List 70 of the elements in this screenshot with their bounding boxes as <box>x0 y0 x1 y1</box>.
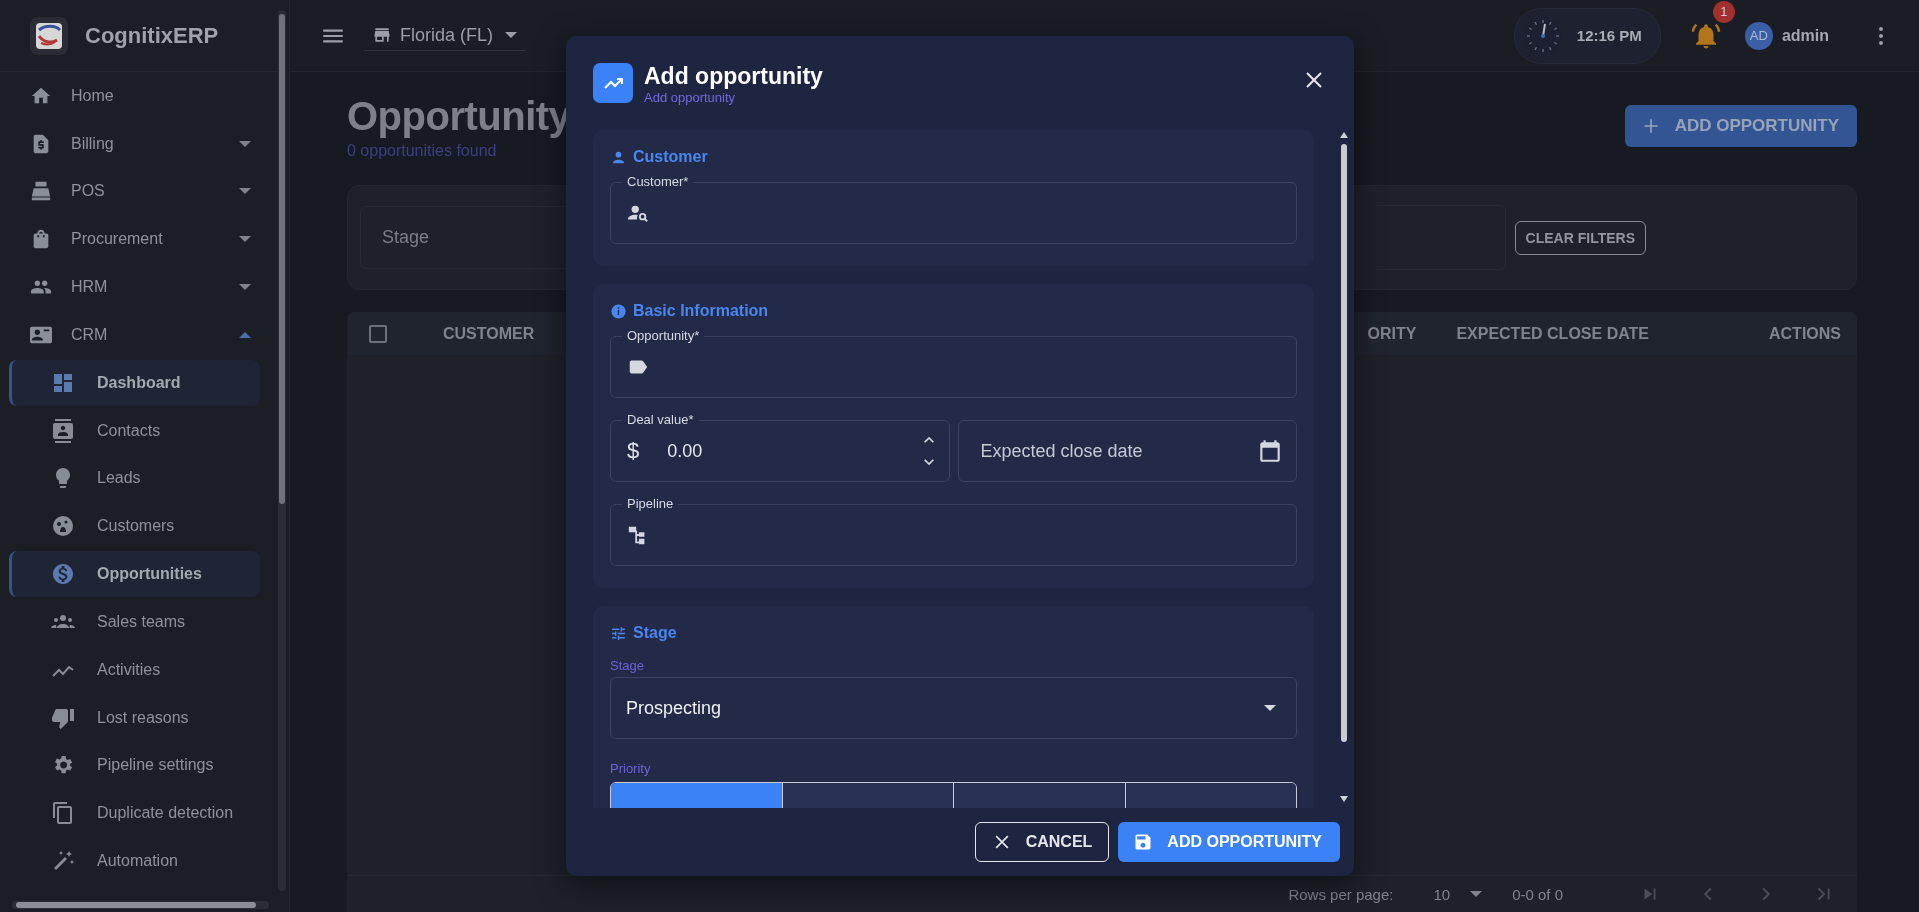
sidebar-item[interactable]: Customers <box>9 502 260 551</box>
sidebar-item[interactable]: HRM <box>0 263 278 311</box>
sliders-icon <box>610 624 627 642</box>
user-name[interactable]: admin <box>1781 26 1829 45</box>
sidebar-item[interactable]: Activities <box>9 645 260 694</box>
notification-count: 1 <box>1712 0 1735 23</box>
add-opportunity-button[interactable]: ADD OPPORTUNITY <box>1118 822 1340 862</box>
dialog-title: Add opportunity <box>644 61 823 90</box>
sidebar-item[interactable]: Leads <box>9 454 260 503</box>
cash-register-icon <box>30 180 52 203</box>
field-label: Pipeline <box>622 496 679 512</box>
rows-per-page-select[interactable]: 10 <box>1433 885 1483 903</box>
sidebar-item[interactable]: Dashboard <box>9 359 260 406</box>
page-range: 0-0 of 0 <box>1512 885 1563 903</box>
field-label: Priority <box>610 761 652 776</box>
input-field[interactable]: Deal value* $ 0.00 <box>610 410 950 482</box>
column-header: CUSTOMER <box>443 324 535 343</box>
app-name: CognitixERP <box>85 22 219 49</box>
cancel-button[interactable]: CANCEL <box>974 822 1110 862</box>
sidebar-item[interactable]: Billing <box>0 119 278 168</box>
dialog-subtitle: Add opportunity <box>644 89 737 105</box>
sidebar-item[interactable]: CRM <box>0 311 278 359</box>
section-title: Stage <box>633 624 677 642</box>
rows-per-page-label: Rows per page: <box>1288 885 1394 903</box>
clock-widget: 12:16 PM <box>1513 7 1661 64</box>
stage-select[interactable]: Prospecting <box>610 677 1297 739</box>
avatar[interactable]: AD <box>1744 21 1773 50</box>
save-icon <box>1133 832 1154 852</box>
section-title: Basic Information <box>633 302 769 320</box>
input-field[interactable]: Pipeline <box>610 494 1297 566</box>
caret-down-icon <box>1264 705 1276 711</box>
page-title: Opportunity <box>347 93 571 140</box>
sidebar-item[interactable]: Pipeline settings <box>9 741 260 790</box>
column-header: EXPECTED CLOSE DATE <box>1456 324 1649 343</box>
trend-up-icon <box>593 63 633 103</box>
add-button[interactable]: ADD OPPORTUNITY <box>1624 105 1857 147</box>
sidebar-item[interactable]: Lost reasons <box>9 693 260 742</box>
column-header: ORITY <box>1367 324 1417 343</box>
caret-down-icon <box>1470 891 1483 897</box>
scrollbar[interactable] <box>278 10 286 891</box>
sidebar-item[interactable]: Opportunities <box>9 551 260 598</box>
calendar-icon <box>1257 438 1283 464</box>
sidebar-item[interactable]: Contacts <box>9 406 260 455</box>
column-header: ACTIONS <box>1769 324 1841 343</box>
field-label: Stage <box>610 658 645 673</box>
sidebar-item[interactable]: Duplicate detection <box>9 789 260 838</box>
sidebar-item[interactable]: Home <box>0 72 278 120</box>
section-title: Customer <box>633 148 708 166</box>
info-icon <box>610 302 627 320</box>
caret-down-icon <box>505 32 517 38</box>
logo-icon <box>29 15 69 56</box>
sidebar-item[interactable]: Procurement <box>0 215 278 264</box>
location-selector[interactable]: Florida (FL) <box>364 20 525 51</box>
date-field[interactable]: Expected close date <box>957 410 1297 482</box>
date-input[interactable]: Expected close date <box>978 439 1257 463</box>
contact-book-icon <box>51 418 75 443</box>
clear-filters-button[interactable]: CLEAR FILTERS <box>1514 220 1646 255</box>
select-all-checkbox[interactable] <box>369 324 387 343</box>
sidebar-item[interactable]: POS <box>0 167 278 216</box>
currency-symbol: $ <box>627 438 640 464</box>
sidebar-item[interactable]: Sales teams <box>9 598 260 646</box>
amount-input[interactable]: 0.00 <box>665 439 922 463</box>
result-count: 0 opportunities found <box>347 142 498 160</box>
scrollbar[interactable] <box>12 901 269 909</box>
input-field[interactable]: Opportunity* <box>610 326 1297 398</box>
face-icon <box>51 514 75 539</box>
sidebar-item[interactable]: Automation <box>9 837 260 885</box>
field-label: Opportunity* <box>622 328 705 344</box>
copy-icon <box>51 801 75 826</box>
store-icon <box>372 25 392 45</box>
